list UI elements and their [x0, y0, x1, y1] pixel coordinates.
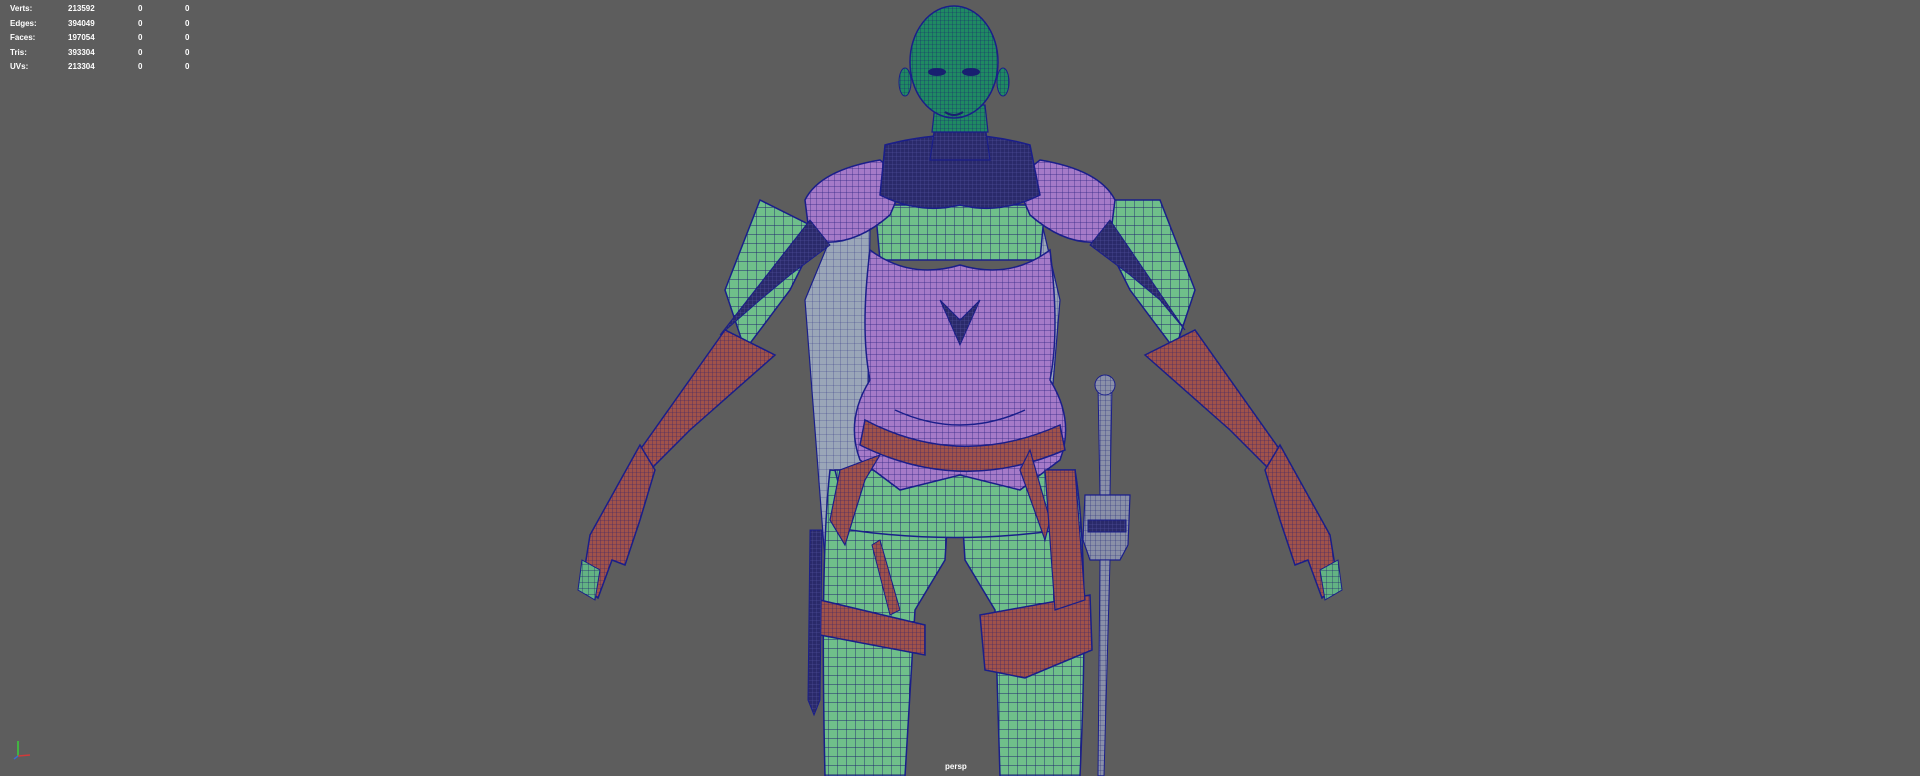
- dagger-mesh: [807, 529, 823, 717]
- hud-sel-selected: 0: [138, 4, 143, 13]
- hud-label-label: UVs:: [10, 62, 29, 71]
- sword-mesh: [1082, 374, 1131, 776]
- hud-label-label: Edges:: [10, 18, 37, 28]
- hud-label-label: Verts:: [10, 4, 33, 13]
- hud-comp-component: 0: [185, 62, 190, 71]
- hud-comp-component: 0: [185, 4, 190, 13]
- hud-row: Edges: 394049 0 0: [10, 17, 205, 32]
- character-model[interactable]: [577, 5, 1343, 776]
- hud-row: UVs: 213304 0 0: [10, 60, 205, 75]
- hud-total-total: 393304: [68, 47, 95, 57]
- hud-sel-selected: 0: [138, 18, 143, 28]
- hud-total-total: 213304: [68, 62, 95, 71]
- hud-row: Tris: 393304 0 0: [10, 46, 205, 61]
- hud-comp-component: 0: [185, 33, 190, 42]
- hud-comp-component: 0: [185, 18, 190, 28]
- hud-total-total: 197054: [68, 33, 95, 42]
- hud-sel-selected: 0: [138, 62, 143, 71]
- right-glove-mesh: [1143, 329, 1281, 472]
- hud-label-label: Tris:: [10, 47, 27, 57]
- hud-comp-component: 0: [185, 47, 190, 57]
- x-axis-icon: [17, 754, 31, 757]
- hud-total-total: 213592: [68, 4, 95, 13]
- hud-row: Faces: 197054 0 0: [10, 31, 205, 46]
- hud-row: Verts: 213592 0 0: [10, 2, 205, 17]
- hud-sel-selected: 0: [138, 47, 143, 57]
- left-glove-mesh: [639, 329, 777, 472]
- perspective-viewport[interactable]: [0, 0, 1920, 776]
- hud-label-label: Faces:: [10, 33, 36, 42]
- hud-total-total: 394049: [68, 18, 95, 28]
- head-mesh: [909, 5, 999, 119]
- camera-name-label: persp: [945, 762, 967, 771]
- hud-sel-selected: 0: [138, 33, 143, 42]
- heads-up-display: Verts: 213592 0 0 Edges: 394049 0 0 Faces: 197054…: [10, 2, 205, 75]
- z-axis-icon: [13, 755, 19, 760]
- axis-gizmo: [13, 741, 31, 760]
